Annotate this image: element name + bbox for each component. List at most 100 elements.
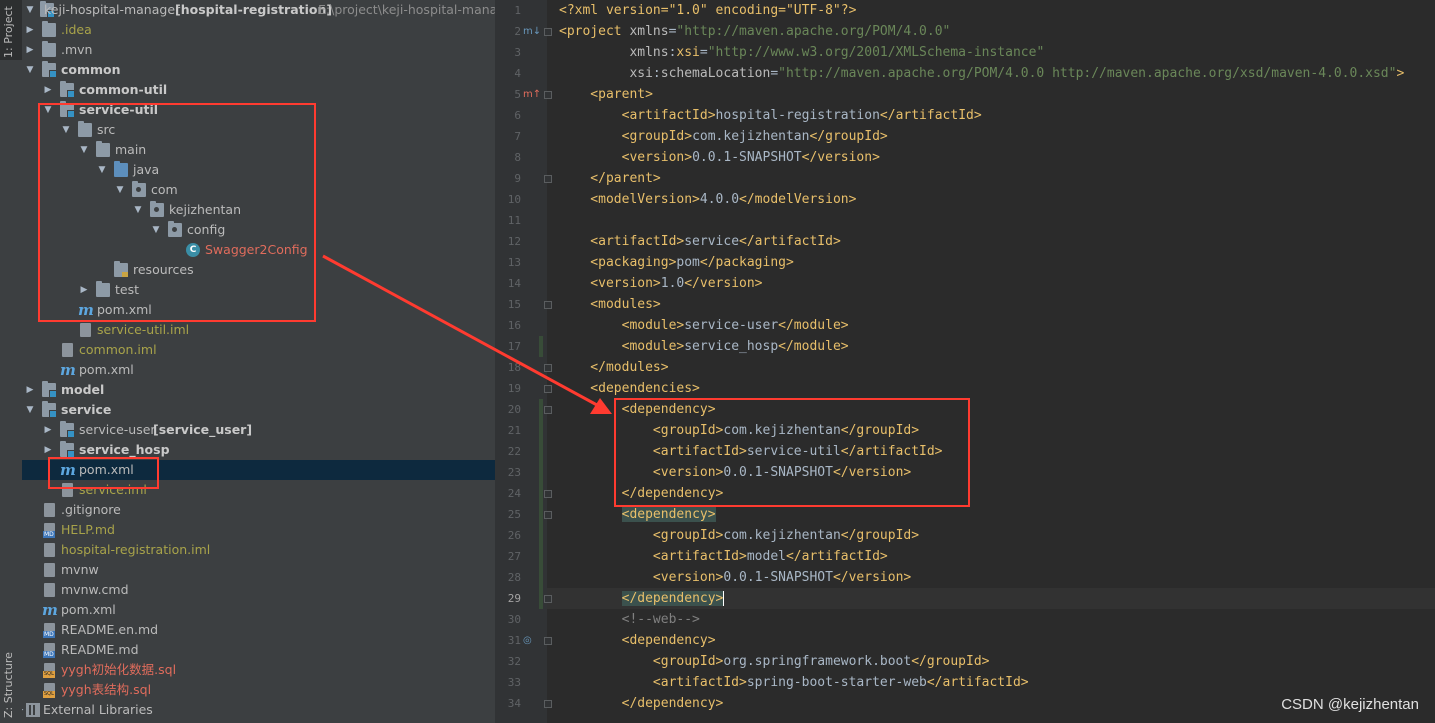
tree-root-module: [hospital-registration]: [175, 2, 333, 17]
tree-item-label: pom.xml: [79, 462, 134, 477]
sql-file-icon: [43, 683, 55, 698]
spring-gutter-icon[interactable]: ◎: [523, 630, 532, 651]
line-number: 27: [507, 550, 521, 563]
fold-toggle-icon[interactable]: [544, 700, 552, 708]
collapse-arrow-icon[interactable]: ▼: [24, 0, 36, 20]
tree-item-idea[interactable]: ▶ .idea: [22, 20, 495, 40]
fold-toggle-icon[interactable]: [544, 91, 552, 99]
collapse-arrow-icon[interactable]: ▼: [24, 400, 36, 420]
tree-item-external-libraries[interactable]: ▶ External Libraries: [22, 700, 495, 720]
tree-item-service-util[interactable]: ▼ service-util: [22, 100, 495, 120]
tree-item-swagger2config[interactable]: C Swagger2Config: [22, 240, 495, 260]
tree-item-readme-en[interactable]: README.en.md: [22, 620, 495, 640]
tree-item-mvn[interactable]: ▶ .mvn: [22, 40, 495, 60]
file-icon: [44, 583, 55, 597]
code-line-18: </modules>: [559, 360, 669, 375]
tree-item-help-md[interactable]: HELP.md: [22, 520, 495, 540]
code-line-17: <module>service_hosp</module>: [559, 339, 849, 354]
fold-toggle-icon[interactable]: [544, 490, 552, 498]
tree-item-config[interactable]: ▼ config: [22, 220, 495, 240]
markdown-file-icon: [43, 643, 55, 658]
line-number: 24: [507, 487, 521, 500]
module-folder-icon: [60, 441, 75, 458]
expand-arrow-icon[interactable]: ▶: [24, 380, 36, 400]
tree-item-init-sql[interactable]: yygh初始化数据.sql: [22, 660, 495, 680]
tree-item-model[interactable]: ▶ model: [22, 380, 495, 400]
fold-toggle-icon[interactable]: [544, 385, 552, 393]
tree-item-java[interactable]: ▼ java: [22, 160, 495, 180]
tree-item-service-util-iml[interactable]: service-util.iml: [22, 320, 495, 340]
line-number: 28: [507, 571, 521, 584]
tree-item-common-pom[interactable]: m pom.xml: [22, 360, 495, 380]
tree-item-label: main: [115, 142, 147, 157]
tree-item-src[interactable]: ▼ src: [22, 120, 495, 140]
tree-item-kejizhentan[interactable]: ▼ kejizhentan: [22, 200, 495, 220]
collapse-arrow-icon[interactable]: ▼: [150, 220, 162, 240]
tree-item-main[interactable]: ▼ main: [22, 140, 495, 160]
collapse-arrow-icon[interactable]: ▼: [42, 100, 54, 120]
file-icon: [44, 503, 55, 517]
code-editor[interactable]: <?xml version="1.0" encoding="UTF-8"?> <…: [547, 0, 1435, 723]
code-line-14: <version>1.0</version>: [559, 276, 763, 291]
tree-item-test[interactable]: ▶ test: [22, 280, 495, 300]
expand-arrow-icon[interactable]: ▶: [24, 20, 36, 40]
tree-item-gitignore[interactable]: .gitignore: [22, 500, 495, 520]
maven-icon: m: [42, 601, 58, 619]
fold-toggle-icon[interactable]: [544, 301, 552, 309]
tree-item-service-user[interactable]: ▶ service-user [service_user]: [22, 420, 495, 440]
collapse-arrow-icon[interactable]: ▼: [78, 140, 90, 160]
fold-toggle-icon[interactable]: [544, 637, 552, 645]
tree-item-service[interactable]: ▼ service: [22, 400, 495, 420]
project-tree-panel: ▼ keji-hospital-manager [hospital-regist…: [22, 0, 495, 723]
tree-root-name: keji-hospital-manager: [44, 2, 181, 17]
maven-parent-gutter-icon[interactable]: m↑: [523, 84, 541, 105]
code-line-28: <version>0.0.1-SNAPSHOT</version>: [559, 570, 912, 585]
tree-item-service-iml[interactable]: service.iml: [22, 480, 495, 500]
line-number: 14: [507, 277, 521, 290]
folder-icon: [78, 121, 92, 137]
collapse-arrow-icon[interactable]: ▼: [114, 180, 126, 200]
expand-arrow-icon[interactable]: ▶: [42, 440, 54, 460]
maven-gutter-icon[interactable]: m↓: [523, 21, 541, 42]
tree-item-service-util-pom[interactable]: m pom.xml: [22, 300, 495, 320]
code-line-10: <modelVersion>4.0.0</modelVersion>: [559, 192, 857, 207]
fold-toggle-icon[interactable]: [544, 28, 552, 36]
tree-item-resources[interactable]: resources: [22, 260, 495, 280]
collapse-arrow-icon[interactable]: ▼: [24, 60, 36, 80]
iml-file-icon: [44, 543, 55, 557]
tree-item-common-util[interactable]: ▶ common-util: [22, 80, 495, 100]
tree-item-mvnw[interactable]: mvnw: [22, 560, 495, 580]
markdown-file-icon: [43, 623, 55, 638]
fold-toggle-icon[interactable]: [544, 511, 552, 519]
line-number: 17: [507, 340, 521, 353]
fold-toggle-icon[interactable]: [544, 175, 552, 183]
tree-item-common[interactable]: ▼ common: [22, 60, 495, 80]
line-number: 29: [507, 592, 521, 605]
code-line-3: xmlns:xsi="http://www.w3.org/2001/XMLSch…: [559, 45, 1045, 60]
package-icon: [132, 181, 146, 197]
tree-item-com[interactable]: ▼ com: [22, 180, 495, 200]
tree-item-readme[interactable]: README.md: [22, 640, 495, 660]
expand-arrow-icon[interactable]: ▶: [42, 420, 54, 440]
tree-item-root-pom[interactable]: m pom.xml: [22, 600, 495, 620]
tree-item-label: service.iml: [79, 482, 147, 497]
tree-item-schema-sql[interactable]: yygh表结构.sql: [22, 680, 495, 700]
fold-toggle-icon[interactable]: [544, 406, 552, 414]
tree-item-common-iml[interactable]: common.iml: [22, 340, 495, 360]
expand-arrow-icon[interactable]: ▶: [42, 80, 54, 100]
tree-item-label: mvnw.cmd: [61, 582, 129, 597]
collapse-arrow-icon[interactable]: ▼: [60, 120, 72, 140]
fold-toggle-icon[interactable]: [544, 364, 552, 372]
project-tool-tab-label[interactable]: 1: Project: [2, 6, 15, 58]
tree-item-service-hosp[interactable]: ▶ service_hosp: [22, 440, 495, 460]
tree-item-hospital-registration-iml[interactable]: hospital-registration.iml: [22, 540, 495, 560]
collapse-arrow-icon[interactable]: ▼: [96, 160, 108, 180]
expand-arrow-icon[interactable]: ▶: [78, 280, 90, 300]
tree-item-service-pom[interactable]: m pom.xml: [22, 460, 495, 480]
tree-root[interactable]: ▼ keji-hospital-manager [hospital-regist…: [22, 0, 495, 20]
structure-tool-tab-label[interactable]: Z: Structure: [2, 652, 15, 718]
fold-toggle-icon[interactable]: [544, 595, 552, 603]
tree-item-mvnw-cmd[interactable]: mvnw.cmd: [22, 580, 495, 600]
collapse-arrow-icon[interactable]: ▼: [132, 200, 144, 220]
expand-arrow-icon[interactable]: ▶: [24, 40, 36, 60]
